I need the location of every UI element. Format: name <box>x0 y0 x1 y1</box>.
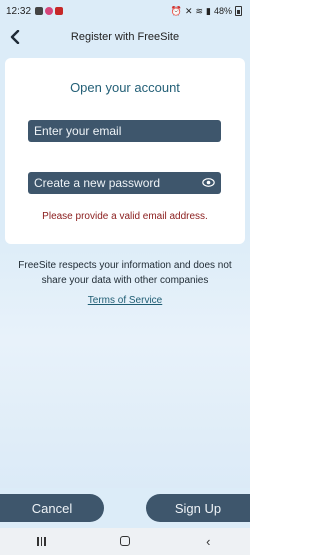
email-error-message: Please provide a valid email address. <box>42 211 208 222</box>
status-left: 12:32 <box>6 5 64 17</box>
sign-up-button[interactable]: Sign Up <box>146 494 250 522</box>
email-placeholder: Enter your email <box>34 124 122 138</box>
battery-icon <box>235 6 242 16</box>
status-notification-icons <box>35 7 64 15</box>
signal-icon: ▮ <box>206 5 211 16</box>
app-header: Register with FreeSite <box>0 22 250 52</box>
password-field[interactable]: Create a new password <box>28 172 221 194</box>
terms-of-service-link[interactable]: Terms of Service <box>0 295 250 306</box>
back-chevron-icon <box>10 30 20 44</box>
wifi-icon: ≋ <box>195 5 204 16</box>
youtube-icon <box>55 7 64 15</box>
eye-icon[interactable] <box>202 178 215 187</box>
system-nav-bar: ‹ <box>0 528 250 555</box>
messenger-icon <box>45 7 54 15</box>
privacy-statement: FreeSite respects your information and d… <box>18 260 232 286</box>
home-button[interactable] <box>110 534 140 549</box>
system-back-button[interactable]: ‹ <box>193 534 223 549</box>
page-title: Register with FreeSite <box>70 31 180 43</box>
back-button[interactable] <box>6 27 24 47</box>
form-heading: Open your account <box>70 80 180 95</box>
email-field[interactable]: Enter your email <box>28 120 221 142</box>
home-icon <box>119 536 130 546</box>
status-bar: 12:32 ⏰ ✕ ≋ ▮ 48% <box>0 0 250 22</box>
registration-card: Open your account Enter your email Creat… <box>5 58 245 244</box>
cancel-button[interactable]: Cancel <box>0 494 104 522</box>
battery-level: 48% <box>213 6 232 16</box>
mute-icon: ✕ <box>184 5 193 16</box>
status-right: ⏰ ✕ ≋ ▮ 48% <box>171 6 242 17</box>
recent-apps-icon <box>37 537 46 546</box>
gallery-icon <box>35 7 44 15</box>
alarm-icon: ⏰ <box>170 5 182 16</box>
recent-apps-button[interactable] <box>27 534 57 549</box>
system-back-icon: ‹ <box>206 534 211 549</box>
status-time: 12:32 <box>6 5 32 17</box>
password-placeholder: Create a new password <box>34 176 161 190</box>
